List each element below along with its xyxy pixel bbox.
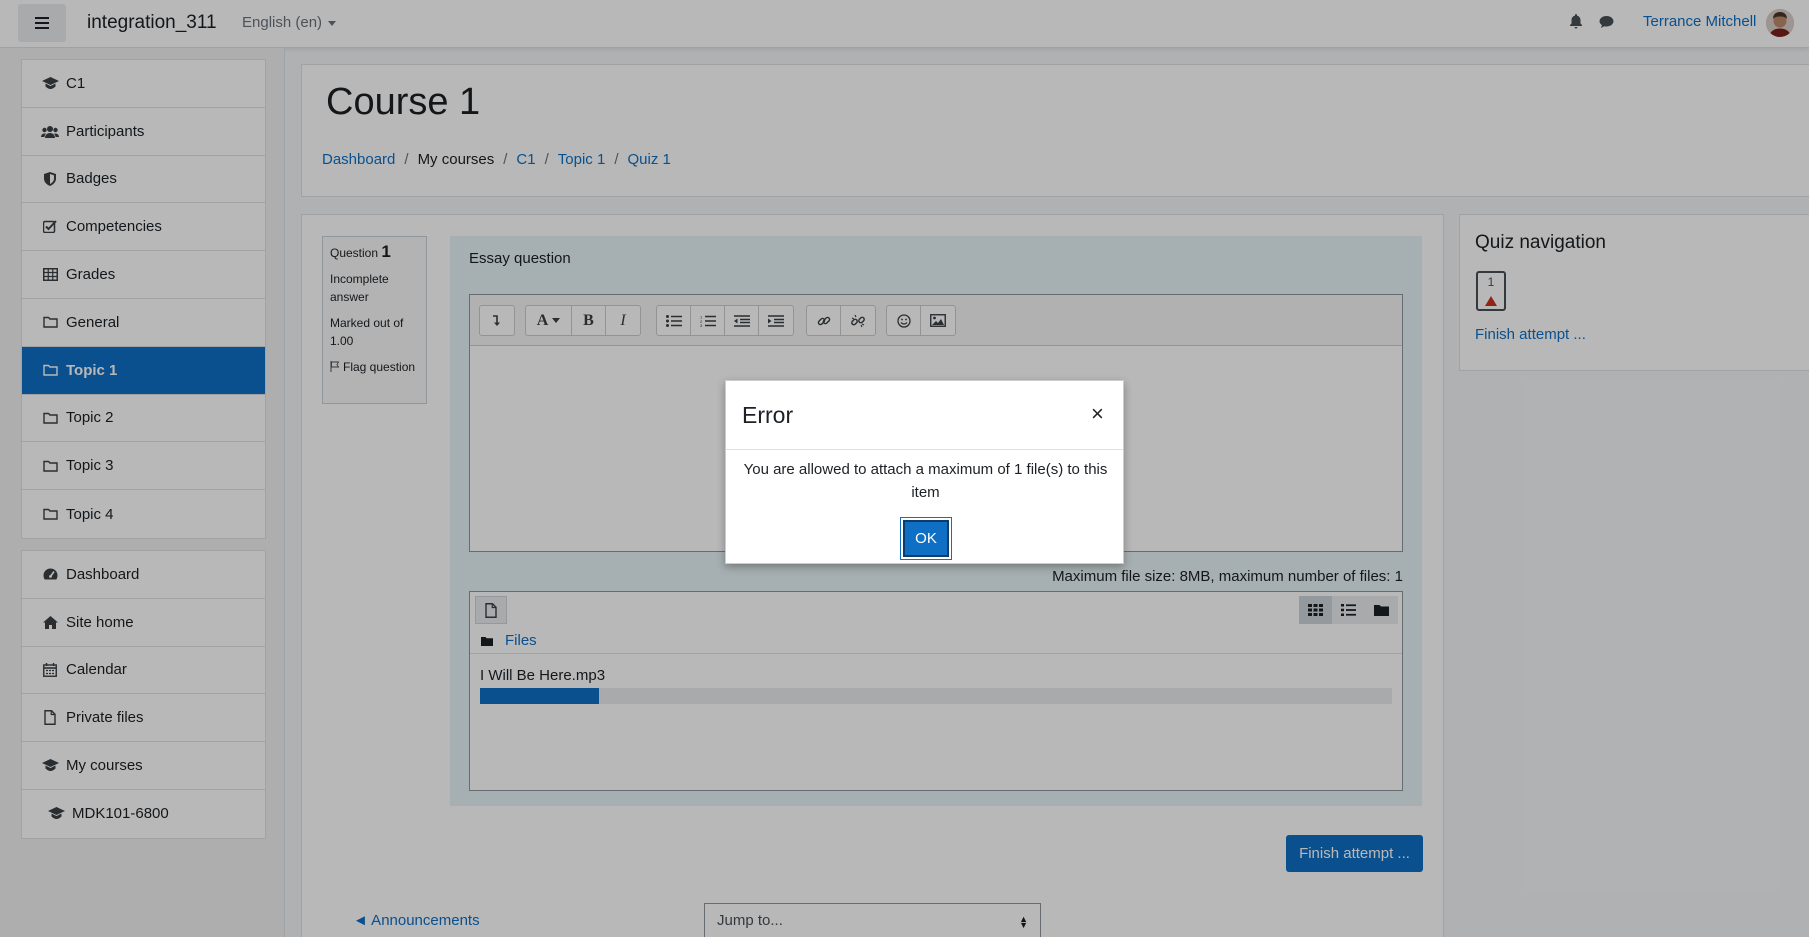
ok-button[interactable]: OK [903, 520, 949, 557]
dialog-title: Error [742, 402, 794, 428]
close-icon[interactable]: × [1091, 403, 1104, 425]
error-dialog: Error × You are allowed to attach a maxi… [725, 380, 1124, 564]
dialog-message: You are allowed to attach a maximum of 1… [743, 461, 1108, 501]
dialog-header: Error × [726, 381, 1123, 450]
